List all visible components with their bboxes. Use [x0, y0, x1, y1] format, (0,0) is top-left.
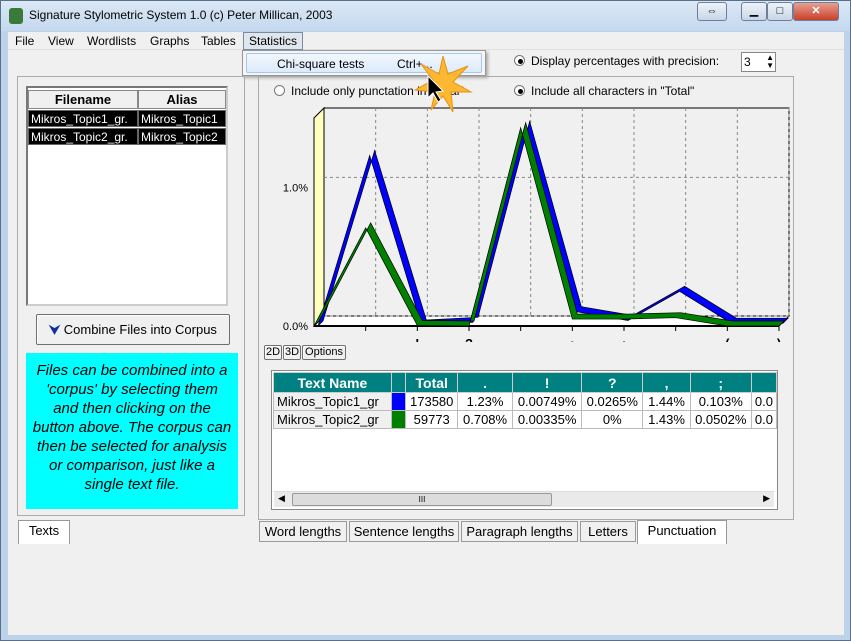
- minimize-button[interactable]: ▁: [741, 2, 767, 21]
- cell: 0%: [581, 410, 644, 429]
- tab-texts[interactable]: Texts: [18, 520, 70, 544]
- spin-arrows-icon: ▲ ▼: [766, 53, 774, 70]
- cell: 1.23%: [457, 392, 514, 411]
- alias-header[interactable]: Alias: [138, 90, 226, 109]
- menu-wordlists[interactable]: Wordlists: [87, 34, 136, 48]
- col-more[interactable]: [750, 372, 778, 393]
- cell: 0.708%: [457, 410, 514, 429]
- y-tick-label: 0.0%: [283, 321, 308, 333]
- tab-punctuation[interactable]: Punctuation: [637, 520, 727, 544]
- precision-spinner[interactable]: 3 ▲ ▼: [741, 52, 776, 72]
- file-list[interactable]: Filename Alias Mikros_Topic1_gr. Mikros_…: [26, 86, 228, 306]
- menu-bar: File View Wordlists Graphs Tables Statis…: [8, 32, 844, 50]
- col-period[interactable]: .: [457, 372, 514, 393]
- cell: 0.0502%: [689, 410, 752, 429]
- tab-sentence-lengths[interactable]: Sentence lengths: [349, 521, 459, 542]
- 3d-button[interactable]: 3D: [283, 345, 301, 360]
- maximize-button[interactable]: □: [767, 2, 793, 21]
- x-tick-label: ,: [519, 336, 523, 342]
- combine-files-button[interactable]: ⮟ Combine Files into Corpus: [36, 314, 230, 345]
- title-bar: Signature Stylometric System 1.0 (c) Pet…: [1, 1, 850, 31]
- cell: 0.0: [750, 410, 778, 429]
- app-window: Signature Stylometric System 1.0 (c) Pet…: [0, 0, 851, 641]
- file-row-filename[interactable]: Mikros_Topic2_gr.: [28, 128, 138, 145]
- series-color-swatch: [390, 392, 407, 411]
- cell: 0.103%: [689, 392, 752, 411]
- filename-header[interactable]: Filename: [28, 90, 138, 109]
- x-tick-label: (: [725, 336, 730, 342]
- tab-word-lengths[interactable]: Word lengths: [259, 521, 347, 542]
- x-tick-label: !: [415, 336, 419, 342]
- y-tick-label: 1.0%: [283, 182, 308, 194]
- scroll-right-icon: ▶: [763, 493, 770, 503]
- horizontal-scrollbar[interactable]: ◀ III ▶: [274, 491, 774, 507]
- file-row-alias[interactable]: Mikros_Topic2: [138, 128, 226, 145]
- scroll-left-icon: ◀: [278, 493, 285, 503]
- app-icon: [9, 8, 23, 24]
- cell: 173580: [405, 392, 459, 411]
- cell: 0.0265%: [581, 392, 644, 411]
- tab-letters[interactable]: Letters: [580, 521, 636, 542]
- col-exclamation[interactable]: !: [512, 372, 583, 393]
- chart-side-wall: [313, 106, 325, 328]
- x-tick-label: -: [673, 336, 677, 342]
- punctuation-panel: Include only punctation in "Total" Inclu…: [258, 76, 794, 520]
- close-button[interactable]: ✕: [793, 2, 839, 21]
- menu-file[interactable]: File: [15, 34, 34, 48]
- col-semicolon[interactable]: ;: [689, 372, 752, 393]
- combine-label: Combine Files into Corpus: [63, 322, 217, 337]
- info-text: Files can be combined into a 'corpus' by…: [26, 353, 238, 509]
- options-button[interactable]: Options: [302, 345, 346, 360]
- cell: 59773: [405, 410, 459, 429]
- file-row-filename[interactable]: Mikros_Topic1_gr.: [28, 110, 138, 127]
- tab-paragraph-lengths[interactable]: Paragraph lengths: [461, 521, 578, 542]
- texts-panel: Filename Alias Mikros_Topic1_gr. Mikros_…: [17, 76, 245, 516]
- x-tick-label: ;: [570, 336, 574, 342]
- punctuation-chart: .!?,;: - () 0.0% 1.0%: [283, 106, 791, 342]
- table-row[interactable]: Mikros_Topic2_gr 59773 0.708% 0.00335% 0…: [273, 410, 778, 429]
- table-row[interactable]: Mikros_Topic1_gr 173580 1.23% 0.00749% 0…: [273, 392, 778, 411]
- menu-statistics[interactable]: Statistics: [243, 32, 304, 50]
- col-total[interactable]: Total: [405, 372, 459, 393]
- cell: 1.44%: [642, 392, 691, 411]
- menu-graphs[interactable]: Graphs: [150, 34, 189, 48]
- include-all-radio[interactable]: Include all characters in "Total": [514, 84, 694, 98]
- col-question[interactable]: ?: [581, 372, 644, 393]
- col-comma[interactable]: ,: [642, 372, 691, 393]
- col-text-name[interactable]: Text Name: [273, 372, 392, 393]
- x-tick-label: ): [777, 336, 781, 342]
- menu-view[interactable]: View: [48, 34, 74, 48]
- menu-tables[interactable]: Tables: [201, 34, 236, 48]
- cell: 0.00335%: [512, 410, 583, 429]
- cell: 0.00749%: [512, 392, 583, 411]
- 2d-button[interactable]: 2D: [264, 345, 282, 360]
- cell: 1.43%: [642, 410, 691, 429]
- row-name: Mikros_Topic2_gr: [273, 410, 392, 429]
- click-highlight-cursor-icon: [413, 55, 473, 113]
- window-title: Signature Stylometric System 1.0 (c) Pet…: [29, 8, 333, 22]
- switch-icon[interactable]: ⇔: [697, 2, 727, 21]
- x-tick-label: ?: [465, 336, 473, 342]
- results-table: Text Name Total . ! ? , ; Mikros_Topic1_…: [271, 370, 778, 510]
- cell: 0.0: [750, 392, 778, 411]
- col-color[interactable]: [390, 372, 407, 393]
- x-tick-label: .: [364, 336, 368, 342]
- series-ribbon: [313, 121, 785, 327]
- series-color-swatch: [390, 410, 407, 429]
- x-tick-label: :: [622, 336, 626, 342]
- file-row-alias[interactable]: Mikros_Topic1: [138, 110, 226, 127]
- scroll-thumb[interactable]: III: [292, 493, 552, 506]
- precision-radio[interactable]: Display percentages with precision:: [514, 54, 719, 68]
- down-arrow-icon: ⮟: [49, 322, 61, 337]
- row-name: Mikros_Topic1_gr: [273, 392, 392, 411]
